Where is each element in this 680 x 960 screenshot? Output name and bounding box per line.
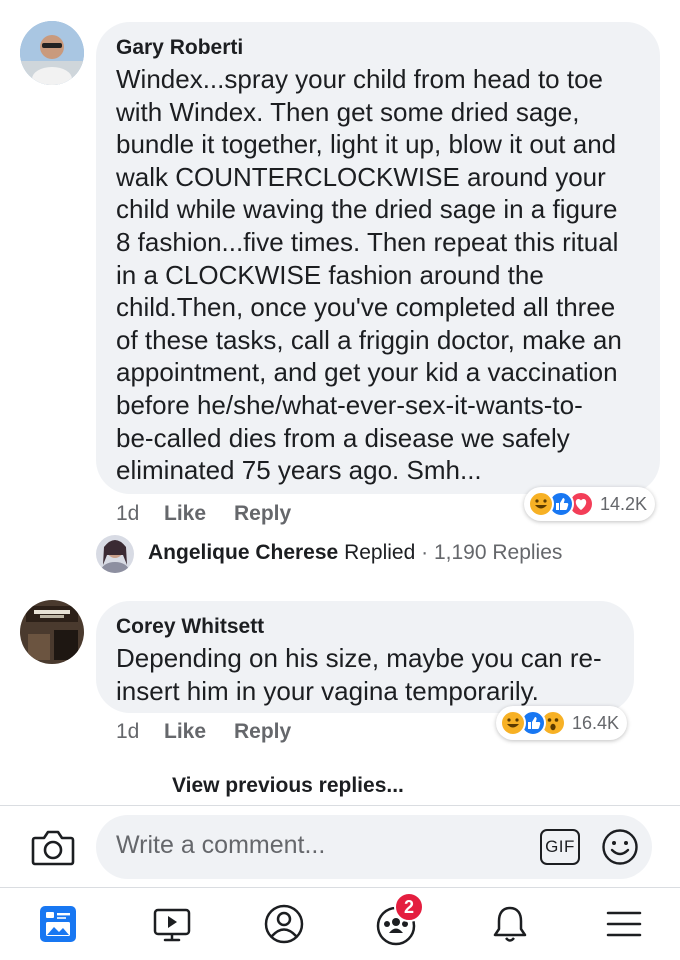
menu-icon: [606, 911, 642, 937]
comment-text-line: bundle it together, light it up, blow it…: [116, 129, 617, 160]
tab-news-feed[interactable]: [28, 896, 88, 952]
comment-text-line: child while waving the dried sage in a f…: [116, 194, 618, 225]
avatar-angelique-cherese[interactable]: [96, 535, 134, 573]
camera-icon: [31, 830, 75, 866]
notifications-icon: [493, 906, 527, 942]
news-feed-icon: [40, 906, 76, 942]
sticker-button[interactable]: [600, 827, 640, 867]
replies-count[interactable]: 1,190 Replies: [434, 541, 562, 564]
comment-text-line: in a CLOCKWISE fashion around the: [116, 259, 544, 290]
reaction-count: 16.4K: [572, 712, 620, 733]
reply-author[interactable]: Angelique Cherese: [148, 541, 338, 564]
tab-menu[interactable]: [594, 896, 654, 952]
reactions-summary[interactable]: 14.2K: [524, 487, 656, 521]
comment-text-line: child.Then, once you've completed all th…: [116, 292, 616, 323]
replied-label: Replied: [344, 541, 416, 564]
avatar-gary-roberti[interactable]: [20, 21, 84, 85]
comment-text-line: Depending on his size, maybe you can re-: [116, 643, 602, 673]
tab-watch[interactable]: [142, 896, 202, 952]
tab-groups[interactable]: 2: [366, 892, 426, 952]
watch-icon: [153, 908, 191, 942]
replies-summary[interactable]: Angelique Cherese Replied · 1,190 Replie…: [148, 541, 562, 565]
gif-label: GIF: [545, 837, 575, 856]
profile-icon: [264, 904, 304, 944]
like-button[interactable]: Like: [164, 720, 206, 744]
avatar-photo: [20, 21, 84, 85]
like-button[interactable]: Like: [164, 502, 206, 526]
comment-timestamp: 1d: [116, 502, 140, 525]
tab-notifications[interactable]: [480, 896, 540, 952]
comment-text-line: Windex...spray your child from head to t…: [116, 64, 604, 94]
view-previous-replies-link[interactable]: View previous replies...: [172, 774, 404, 798]
comment-timestamp: 1d: [116, 720, 140, 743]
avatar-photo: [96, 535, 134, 573]
comment-text-line: of these tasks, call a friggin doctor, m…: [116, 324, 622, 355]
comment-text-line: be-called dies from a disease we safely: [116, 422, 570, 453]
reply-button[interactable]: Reply: [234, 720, 291, 744]
comment-author[interactable]: Gary Roberti: [116, 36, 243, 60]
separator-dot: ·: [421, 541, 429, 564]
comment-text-line: insert him in your vagina temporarily.: [116, 675, 539, 706]
comment-author[interactable]: Corey Whitsett: [116, 615, 264, 639]
notification-badge: 2: [394, 892, 424, 922]
comment-text: Depending on his size, maybe you can re-…: [116, 642, 626, 707]
comment-text-line: 8 fashion...five times. Then repeat this…: [116, 226, 619, 257]
reply-button[interactable]: Reply: [234, 502, 291, 526]
haha-icon: [528, 491, 554, 517]
comment-text-line: appointment, and get your kid a vaccinat…: [116, 357, 618, 388]
comment-input[interactable]: [116, 831, 516, 860]
avatar-photo: [20, 600, 84, 664]
smiley-icon: [602, 829, 638, 865]
tab-profile[interactable]: [254, 896, 314, 952]
haha-icon: [500, 710, 526, 736]
comment-text: Windex...spray your child from head to t…: [116, 63, 652, 487]
comment-text-line: eliminated 75 years ago. Smh...: [116, 455, 482, 486]
gif-button[interactable]: GIF: [540, 829, 580, 865]
comment-composer[interactable]: GIF: [96, 815, 652, 879]
comment-text-line: before he/she/what-ever-sex-it-wants-to-: [116, 389, 583, 420]
reactions-summary[interactable]: 16.4K: [496, 706, 628, 740]
reaction-count: 14.2K: [600, 493, 648, 514]
comment-text-line: with Windex. Then get some dried sage,: [116, 96, 580, 127]
tabbar-divider: [0, 887, 680, 888]
camera-button[interactable]: [30, 826, 76, 868]
avatar-corey-whitsett[interactable]: [20, 600, 84, 664]
composer-divider: [0, 805, 680, 806]
comment-text-line: walk COUNTERCLOCKWISE around your: [116, 161, 606, 192]
